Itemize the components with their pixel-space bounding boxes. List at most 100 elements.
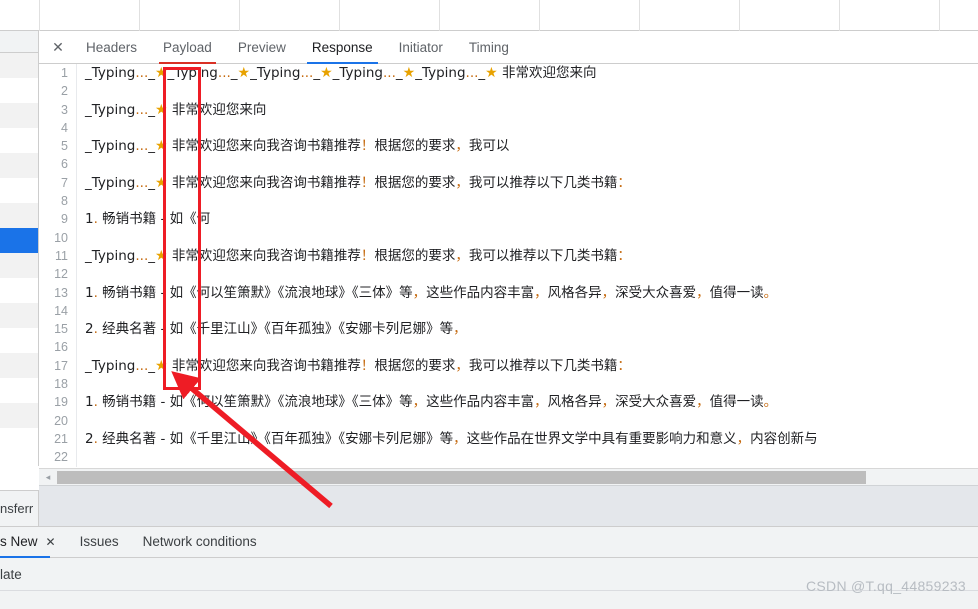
- line-number: 9: [39, 210, 77, 229]
- line-content: [77, 265, 85, 283]
- request-list-row[interactable]: [0, 303, 38, 328]
- star-icon: ★: [402, 65, 416, 81]
- star-icon: ★: [154, 138, 168, 155]
- requests-table-column-header[interactable]: [340, 0, 440, 31]
- line-number: 8: [39, 192, 77, 211]
- drawer-tab-strip: s New ✕ Issues Network conditions: [0, 526, 978, 558]
- tab-label: Response: [311, 39, 373, 55]
- requests-table-column-header[interactable]: [0, 0, 40, 31]
- tab-label: Headers: [86, 39, 138, 55]
- line-number: 15: [39, 320, 77, 339]
- requests-table-column-header[interactable]: [640, 0, 740, 31]
- response-horizontal-scrollbar[interactable]: ◂: [39, 468, 978, 485]
- code-line: 20: [39, 411, 978, 430]
- line-number: 16: [39, 338, 77, 357]
- line-number: 11: [39, 246, 77, 266]
- line-content: [77, 155, 85, 173]
- code-line: 5 _Typing..._★ 非常欢迎您来向我咨询书籍推荐！根据您的要求，我可以: [39, 137, 978, 156]
- requests-table-column-header[interactable]: [240, 0, 340, 31]
- request-details-pane: ✕ Headers Payload Preview Response Initiator…: [39, 31, 978, 498]
- tab-preview[interactable]: Preview: [225, 31, 299, 64]
- line-number: 7: [39, 173, 77, 193]
- code-line: 8: [39, 192, 978, 211]
- requests-table-column-header[interactable]: [40, 0, 140, 31]
- line-content: [77, 302, 85, 320]
- drawer-tab-label: Network conditions: [142, 534, 257, 549]
- tab-response[interactable]: Response: [299, 31, 386, 64]
- requests-table-column-header[interactable]: [540, 0, 640, 31]
- drawer-tab-s-new[interactable]: s New ✕: [0, 526, 68, 558]
- close-icon[interactable]: ✕: [46, 526, 56, 558]
- star-icon: ★: [154, 65, 168, 81]
- watermark: CSDN @T.qq_44859233: [805, 578, 966, 594]
- line-content: [77, 338, 85, 356]
- line-number: 4: [39, 118, 77, 138]
- line-content: 1. 畅销书籍 - 如《何: [85, 211, 211, 228]
- line-content: [77, 448, 85, 466]
- drawer-tab-issues[interactable]: Issues: [68, 526, 131, 558]
- close-icon[interactable]: ✕: [43, 31, 73, 64]
- requests-table-column-header[interactable]: [440, 0, 540, 31]
- tab-timing[interactable]: Timing: [456, 31, 522, 64]
- tab-payload[interactable]: Payload: [150, 31, 225, 64]
- requests-table-column-header[interactable]: [740, 0, 840, 31]
- drawer-tab-network-conditions[interactable]: Network conditions: [131, 526, 269, 558]
- line-content: [77, 375, 85, 393]
- star-icon: ★: [154, 357, 168, 374]
- requests-table-column-header[interactable]: [140, 0, 240, 31]
- request-list-row[interactable]: [0, 153, 38, 178]
- line-number: 5: [39, 137, 77, 156]
- code-line: 1 _Typing..._★_Typing..._★_Typing..._★_Ty…: [39, 64, 978, 83]
- request-list-row[interactable]: [0, 228, 38, 253]
- line-number: 17: [39, 356, 77, 376]
- request-list-row[interactable]: [0, 253, 38, 278]
- line-number: 6: [39, 155, 77, 174]
- request-list-row[interactable]: [0, 78, 38, 103]
- summary-text: nsferr: [0, 501, 34, 516]
- request-list-row[interactable]: [0, 428, 38, 453]
- line-number: 10: [39, 228, 77, 247]
- line-content: [77, 229, 85, 247]
- requests-table-column-header[interactable]: [940, 0, 978, 31]
- tab-initiator[interactable]: Initiator: [386, 31, 456, 64]
- line-number: 18: [39, 375, 77, 394]
- request-list-row[interactable]: [0, 378, 38, 403]
- code-line: 4: [39, 118, 978, 138]
- code-line: 16: [39, 338, 978, 357]
- line-content: [77, 192, 85, 210]
- line-number: 2: [39, 82, 77, 101]
- response-body-viewer[interactable]: 1 _Typing..._★_Typing..._★_Typing..._★_Ty…: [39, 64, 978, 498]
- code-line: 19 1. 畅销书籍 - 如《何以笙箫默》《流浪地球》《三体》等，这些作品内容丰富…: [39, 393, 978, 412]
- requests-table-column-header[interactable]: [840, 0, 940, 31]
- request-list-row[interactable]: [0, 178, 38, 203]
- code-line: 3 _Typing..._★ 非常欢迎您来向: [39, 100, 978, 119]
- request-list[interactable]: [0, 31, 39, 466]
- star-icon: ★: [237, 65, 251, 81]
- code-line: 22: [39, 448, 978, 467]
- detail-tab-strip: ✕ Headers Payload Preview Response Initiator…: [39, 31, 978, 64]
- scrollbar-thumb[interactable]: [57, 471, 866, 484]
- code-line: 10: [39, 228, 978, 247]
- line-number: 22: [39, 448, 77, 467]
- request-list-row[interactable]: [0, 203, 38, 228]
- star-icon: ★: [485, 65, 498, 81]
- line-number: 14: [39, 301, 77, 321]
- request-list-row[interactable]: [0, 403, 38, 428]
- request-list-row[interactable]: [0, 278, 38, 303]
- line-number: 12: [39, 265, 77, 284]
- request-list-row[interactable]: [0, 353, 38, 378]
- line-content: [77, 412, 85, 430]
- tab-headers[interactable]: Headers: [73, 31, 150, 64]
- request-list-row[interactable]: [0, 128, 38, 153]
- line-number: 13: [39, 283, 77, 302]
- scroll-left-arrow-icon[interactable]: ◂: [41, 470, 55, 485]
- line-content: [77, 82, 85, 100]
- code-line: 13 1. 畅销书籍 - 如《何以笙箫默》《流浪地球》《三体》等，这些作品内容丰富…: [39, 283, 978, 302]
- tab-label: Initiator: [398, 39, 443, 55]
- code-line: 21 2. 经典名著 - 如《千里江山》《百年孤独》《安娜卡列尼娜》等，这些作品在…: [39, 429, 978, 449]
- request-list-row[interactable]: [0, 103, 38, 128]
- line-content: [77, 119, 85, 137]
- code-line: 9 1. 畅销书籍 - 如《何: [39, 210, 978, 229]
- request-list-row[interactable]: [0, 53, 38, 78]
- request-list-row[interactable]: [0, 328, 38, 353]
